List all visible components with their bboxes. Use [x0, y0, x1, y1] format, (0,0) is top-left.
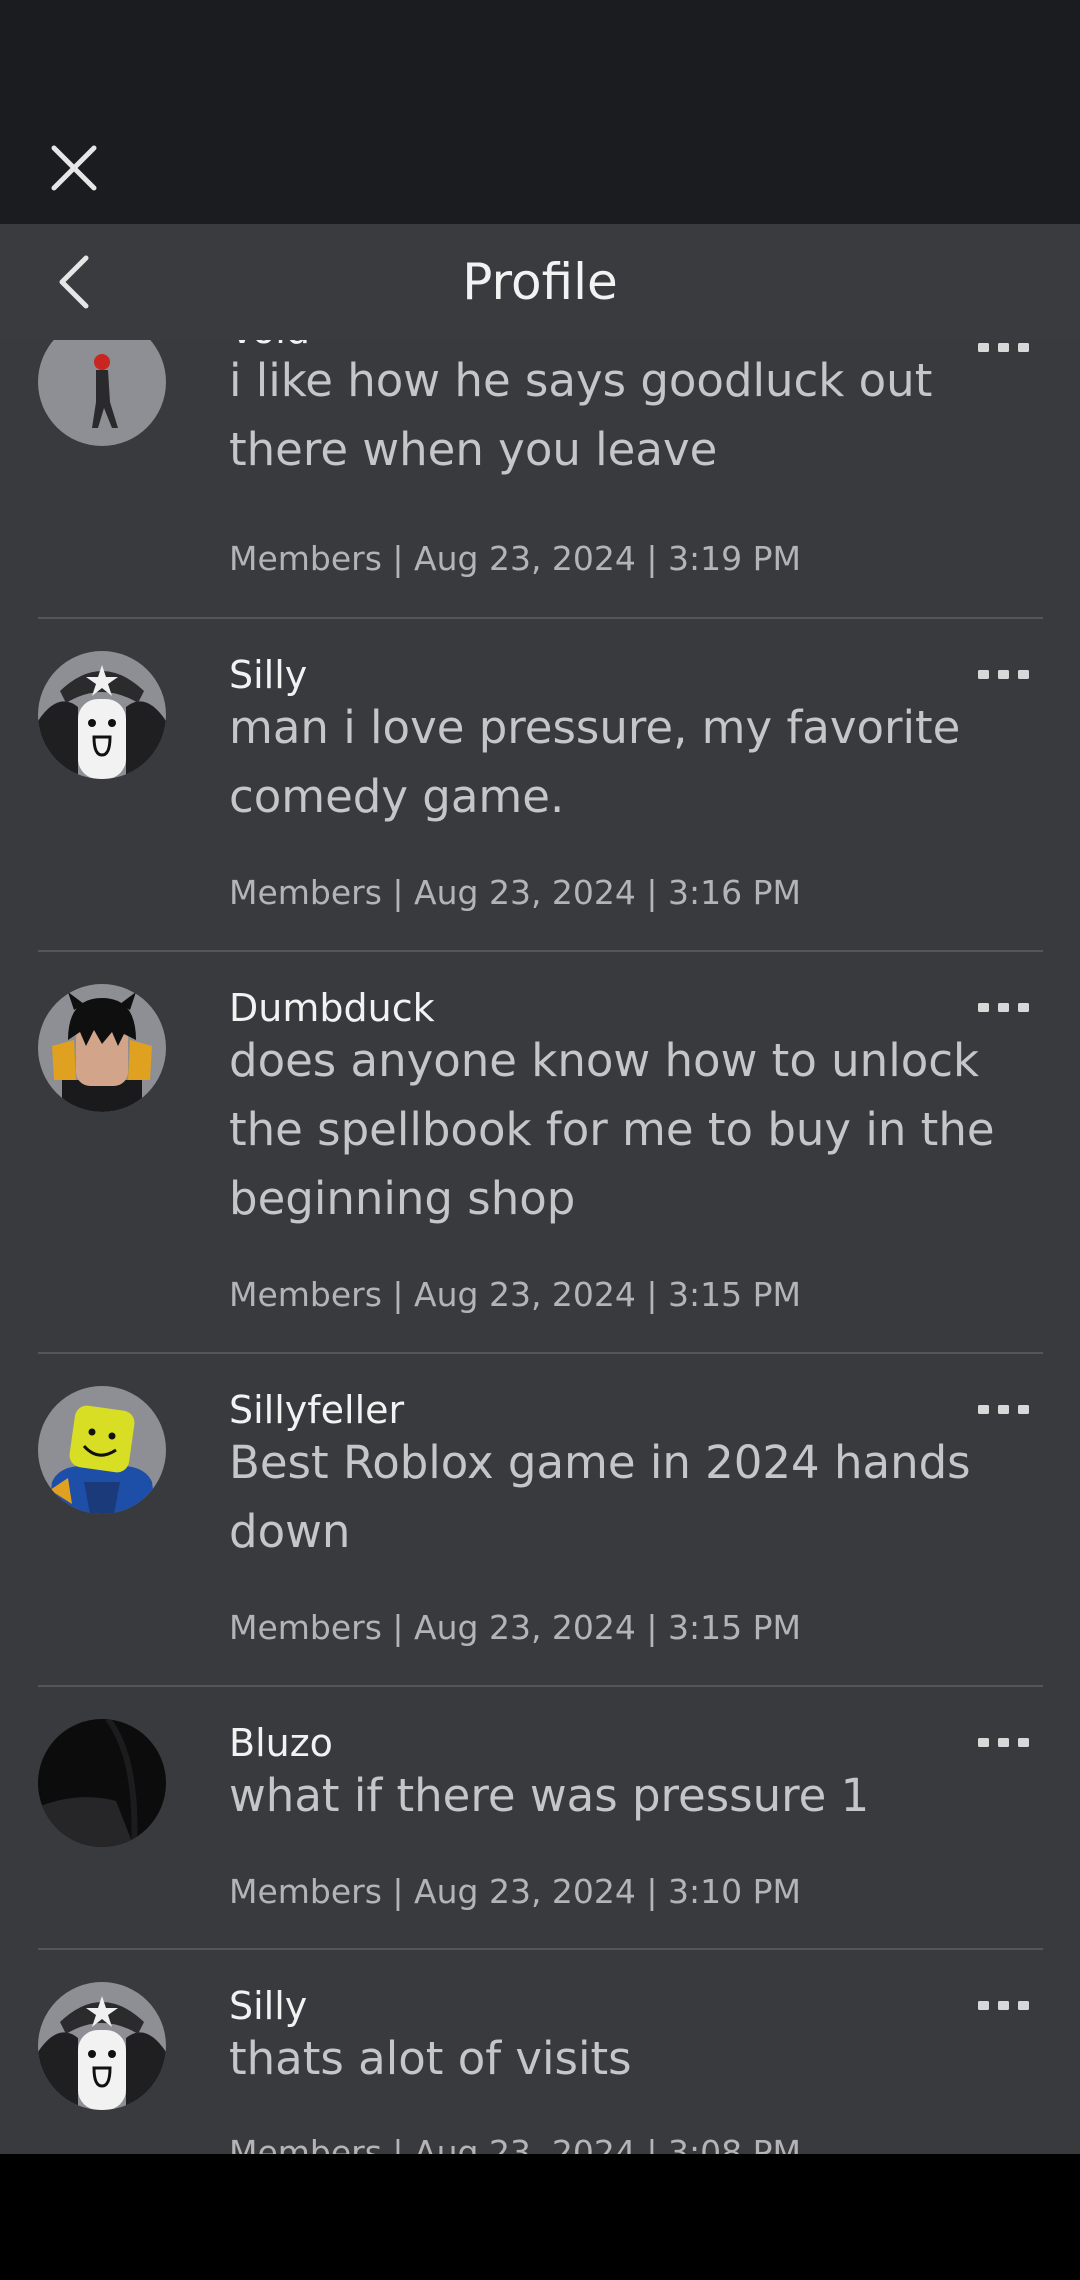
comment-text: does anyone know how to unlock the spell…	[229, 1034, 995, 1225]
close-icon[interactable]	[48, 142, 100, 194]
avatar[interactable]	[38, 984, 166, 1112]
page-title: Profile	[462, 253, 618, 311]
comment-text: thats alot of visits	[229, 2032, 632, 2085]
more-horizontal-icon[interactable]	[976, 659, 1032, 689]
divider	[38, 1685, 1043, 1687]
comment-meta: Members | Aug 23, 2024 | 3:15 PM	[229, 1608, 801, 1647]
comment-text: i like how he says goodluck out there wh…	[229, 354, 933, 476]
avatar[interactable]	[38, 340, 166, 446]
comment-meta: Members | Aug 23, 2024 | 3:15 PM	[229, 1275, 801, 1314]
more-horizontal-icon[interactable]	[976, 1990, 1032, 2020]
divider	[38, 617, 1043, 619]
comment-meta: Members | Aug 23, 2024 | 3:08 PM	[229, 2133, 801, 2154]
avatar[interactable]	[38, 1386, 166, 1514]
comment-text: Best Roblox game in 2024 hands down	[229, 1436, 971, 1558]
divider	[38, 1352, 1043, 1354]
more-horizontal-icon[interactable]	[976, 1394, 1032, 1424]
comment-text: man i love pressure, my favorite comedy …	[229, 701, 961, 823]
comment-text: what if there was pressure 1	[229, 1769, 870, 1822]
comment-meta: Members | Aug 23, 2024 | 3:10 PM	[229, 1872, 801, 1911]
comment-meta: Members | Aug 23, 2024 | 3:19 PM	[229, 539, 801, 578]
username[interactable]: Silly	[229, 651, 307, 699]
avatar[interactable]	[38, 1719, 166, 1847]
username[interactable]: Silly	[229, 1982, 307, 2030]
more-horizontal-icon[interactable]	[976, 1727, 1032, 1757]
divider	[38, 1948, 1043, 1950]
username[interactable]: Sillyfeller	[229, 1386, 404, 1434]
username[interactable]: Bluzo	[229, 1719, 333, 1767]
system-navigation-bar	[0, 2154, 1080, 2280]
avatar[interactable]	[38, 651, 166, 779]
avatar[interactable]	[38, 1982, 166, 2110]
comment-meta: Members | Aug 23, 2024 | 3:16 PM	[229, 873, 801, 912]
top-bar	[0, 0, 1080, 224]
username[interactable]: Dumbduck	[229, 984, 435, 1032]
divider	[38, 950, 1043, 952]
comment-feed[interactable]: Void i like how he says goodluck out the…	[0, 340, 1080, 2154]
more-horizontal-icon[interactable]	[976, 992, 1032, 1022]
